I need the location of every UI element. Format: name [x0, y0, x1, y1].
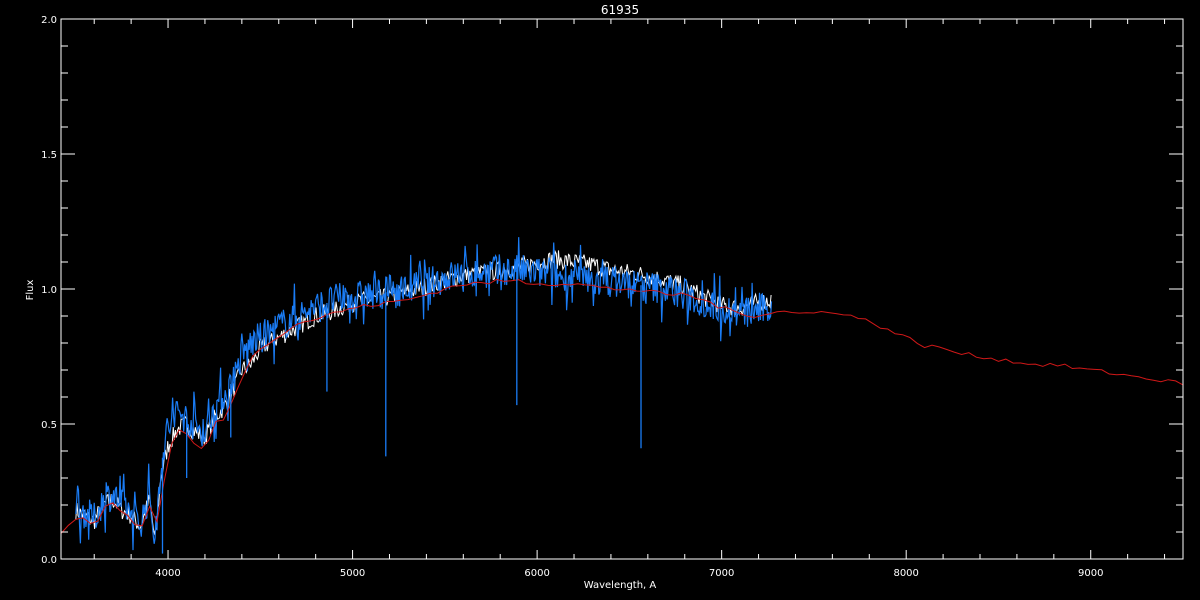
y-tick-label: 1.0 — [41, 285, 57, 296]
y-tick-label: 2.0 — [41, 15, 57, 26]
x-tick-label: 8000 — [893, 568, 918, 579]
y-axis-label: Flux — [25, 280, 36, 301]
y-tick-label: 0.0 — [41, 555, 57, 566]
chart-background — [0, 0, 1200, 600]
spectrum-chart: 61935 Wavelength, A Flux 4000 5000 6000 700… — [0, 0, 1200, 600]
chart-title: 61935 — [601, 3, 639, 17]
x-tick-label: 9000 — [1078, 568, 1103, 579]
x-axis-label: Wavelength, A — [584, 580, 657, 591]
x-tick-label: 6000 — [524, 568, 549, 579]
x-tick-label: 4000 — [155, 568, 180, 579]
y-tick-label: 1.5 — [41, 150, 57, 161]
y-tick-label: 0.5 — [41, 420, 57, 431]
x-tick-label: 5000 — [340, 568, 365, 579]
x-tick-label: 7000 — [709, 568, 734, 579]
